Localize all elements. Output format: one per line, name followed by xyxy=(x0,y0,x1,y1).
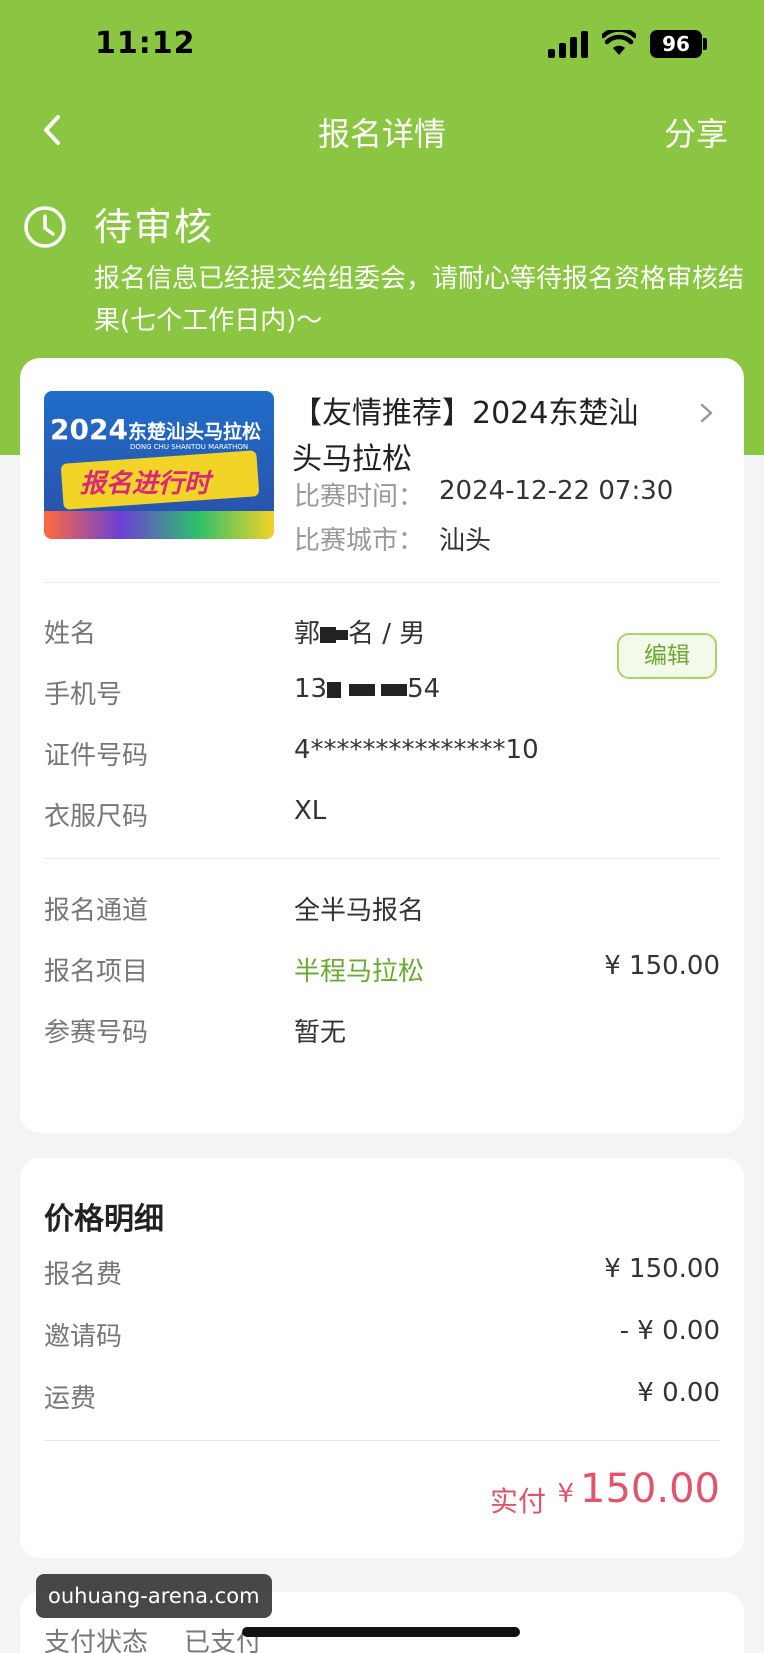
status-time: 11:12 xyxy=(95,26,196,61)
channel-label: 报名通道 xyxy=(44,896,149,926)
race-time: 比赛时间： 2024-12-22 07:30 xyxy=(294,476,673,513)
race-time-label: 比赛时间： xyxy=(294,482,425,512)
phone-prefix: 13 xyxy=(294,674,328,704)
divider xyxy=(44,858,720,859)
price-heading: 价格明细 xyxy=(44,1202,164,1237)
price-detail-card: 价格明细 报名费 ¥ 150.00 邀请码 - ¥ 0.00 运费 ¥ 0.00… xyxy=(20,1158,744,1558)
channel-row: 报名通道 全半马报名 xyxy=(44,890,720,930)
divider xyxy=(44,582,720,583)
id-value: 4***************10 xyxy=(294,735,539,765)
poster-name: 东楚汕头马拉松 xyxy=(128,421,262,443)
divider xyxy=(44,1440,720,1441)
bib-label: 参赛号码 xyxy=(44,1018,149,1048)
share-button[interactable]: 分享 xyxy=(664,109,728,155)
race-city-label: 比赛城市： xyxy=(294,526,425,556)
registration-info-card: 2024 东楚汕头马拉松 DONG CHU SHANTOU MARATHON 报… xyxy=(20,358,744,1133)
race-poster-image[interactable]: 2024 东楚汕头马拉松 DONG CHU SHANTOU MARATHON 报… xyxy=(44,391,274,539)
name-suffix: 名 / 男 xyxy=(348,619,426,649)
fee-row: 报名费 ¥ 150.00 xyxy=(44,1254,720,1294)
id-label: 证件号码 xyxy=(44,741,149,771)
cellular-signal-icon xyxy=(548,30,590,58)
poster-english-name: DONG CHU SHANTOU MARATHON xyxy=(130,443,249,451)
chevron-right-icon[interactable] xyxy=(696,398,718,428)
invite-label: 邀请码 xyxy=(44,1322,123,1352)
phone-label: 手机号 xyxy=(44,680,123,710)
status-bar: 11:12 96 xyxy=(0,0,764,90)
poster-decoration xyxy=(44,511,274,539)
size-row: 衣服尺码 XL xyxy=(44,796,720,836)
watermark: ouhuang-arena.com xyxy=(36,1574,272,1618)
paid-amount: ¥150.00 xyxy=(557,1466,720,1512)
race-city: 比赛城市： 汕头 xyxy=(294,520,491,557)
item-label: 报名项目 xyxy=(44,957,149,987)
paid-currency: ¥ xyxy=(557,1479,575,1509)
phone-row: 手机号 13 54 xyxy=(44,674,720,714)
id-row: 证件号码 4***************10 xyxy=(44,735,720,775)
nav-bar: 报名详情 分享 xyxy=(0,95,764,165)
name-label: 姓名 xyxy=(44,619,97,649)
privacy-mosaic xyxy=(349,683,376,696)
race-time-value: 2024-12-22 07:30 xyxy=(439,476,674,506)
wifi-icon xyxy=(602,30,636,55)
fee-value: ¥ 150.00 xyxy=(604,1254,720,1284)
fee-label: 报名费 xyxy=(44,1260,123,1290)
privacy-mosaic xyxy=(381,683,408,696)
poster-year: 2024 xyxy=(50,413,128,446)
phone-suffix: 54 xyxy=(407,674,441,704)
privacy-mosaic xyxy=(336,629,349,640)
edit-button[interactable]: 编辑 xyxy=(617,633,717,679)
battery-tip xyxy=(703,38,707,50)
privacy-mosaic xyxy=(327,681,342,698)
bib-row: 参赛号码 暂无 xyxy=(44,1012,720,1052)
invite-row: 邀请码 - ¥ 0.00 xyxy=(44,1316,720,1356)
battery-level: 96 xyxy=(650,30,702,58)
size-label: 衣服尺码 xyxy=(44,802,149,832)
name-prefix: 郭 xyxy=(294,619,321,649)
bib-value: 暂无 xyxy=(294,1018,347,1048)
race-city-value: 汕头 xyxy=(439,526,492,556)
size-value: XL xyxy=(294,796,327,826)
review-status-title: 待审核 xyxy=(94,205,215,249)
name-value: 郭名 / 男 xyxy=(294,613,425,650)
shipping-label: 运费 xyxy=(44,1384,97,1414)
paid-value: 150.00 xyxy=(580,1466,720,1512)
paid-label: 实付 xyxy=(489,1485,546,1518)
clock-icon xyxy=(24,206,66,248)
item-row: 报名项目 半程马拉松 ¥ 150.00 xyxy=(44,951,720,991)
review-status-description: 报名信息已经提交给组委会，请耐心等待报名资格审核结果(七个工作日内)～ xyxy=(94,264,745,336)
item-price: ¥ 150.00 xyxy=(604,951,720,981)
phone-value: 13 54 xyxy=(294,674,440,704)
home-indicator xyxy=(242,1627,520,1637)
item-value: 半程马拉松 xyxy=(294,957,425,987)
payment-status-label: 支付状态 xyxy=(44,1628,149,1653)
race-title[interactable]: 【友情推荐】2024东楚汕头马拉松 xyxy=(292,391,667,483)
privacy-mosaic xyxy=(320,626,337,643)
invite-value: - ¥ 0.00 xyxy=(619,1316,720,1346)
shipping-row: 运费 ¥ 0.00 xyxy=(44,1378,720,1418)
shipping-value: ¥ 0.00 xyxy=(637,1378,720,1408)
page-title: 报名详情 xyxy=(317,115,446,153)
poster-slogan: 报名进行时 xyxy=(80,469,211,499)
channel-value: 全半马报名 xyxy=(294,896,425,926)
registration-detail-page: 11:12 96 报名详情 分享 待审核 报名信息已经提交给组委会，请耐心等待报… xyxy=(0,0,764,1653)
